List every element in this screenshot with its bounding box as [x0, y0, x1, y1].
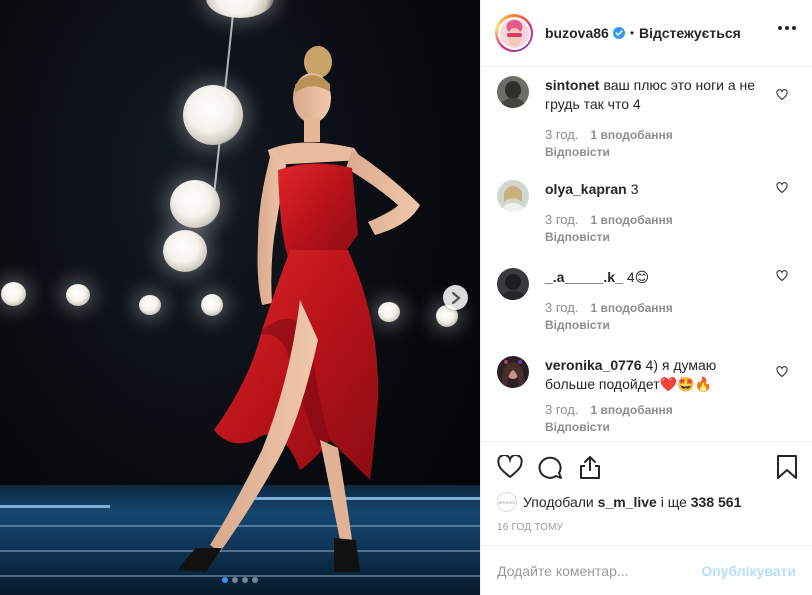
more-options-button[interactable]	[778, 26, 796, 30]
comment-avatar[interactable]	[497, 76, 529, 108]
reply-button[interactable]: Відповісти	[545, 145, 796, 159]
post-side-panel: buzova86 • Відстежується sintonet ваш плю…	[480, 0, 812, 595]
comment-like-heart-icon[interactable]	[776, 366, 788, 378]
comment-time: 3 год.	[545, 127, 579, 142]
post-actions: BROKEN Уподобали s_m_live і ще 338 561 1…	[481, 441, 812, 546]
liker-avatar[interactable]: BROKEN	[497, 492, 517, 512]
like-heart-icon[interactable]	[497, 455, 523, 479]
comment-text: 3	[630, 181, 639, 197]
carousel-indicator	[0, 577, 480, 583]
comment-username[interactable]: sintonet	[545, 77, 599, 93]
comment-item: veronika_0776 4) я думаю больше подойдет❤…	[497, 356, 796, 434]
comment-like-heart-icon[interactable]	[776, 182, 788, 194]
comment-time: 3 год.	[545, 402, 579, 417]
post-timestamp[interactable]: 16 ГОД ТОМУ	[497, 522, 796, 533]
carousel-dot	[242, 577, 248, 583]
comment-item: _.a_____.k_ 4😊 3 год. 1 вподобання Відпов…	[497, 268, 796, 332]
comment-time: 3 год.	[545, 212, 579, 227]
post-photo[interactable]	[0, 0, 480, 595]
story-avatar[interactable]	[495, 14, 533, 52]
comment-input[interactable]	[497, 562, 702, 579]
liked-by-joiner: і ще	[660, 494, 687, 510]
reply-button[interactable]: Відповісти	[545, 230, 796, 244]
comment-item: olya_kapran 3 3 год. 1 вподобання Відпові…	[497, 180, 796, 244]
comment-username[interactable]: _.a_____.k_	[545, 269, 623, 285]
share-icon[interactable]	[577, 455, 603, 479]
following-button[interactable]: Відстежується	[639, 25, 741, 41]
carousel-dot	[252, 577, 258, 583]
more-dots-icon	[778, 26, 782, 30]
publish-button[interactable]: Опублікувати	[701, 563, 796, 579]
comment-username[interactable]: olya_kapran	[545, 181, 627, 197]
comment-item: sintonet ваш плюс это ноги а не грудь так…	[497, 76, 796, 159]
instagram-post: buzova86 • Відстежується sintonet ваш плю…	[0, 0, 812, 595]
comment-likes[interactable]: 1 вподобання	[590, 213, 672, 227]
chevron-right-icon	[451, 291, 461, 304]
comment-avatar[interactable]	[497, 180, 529, 212]
model-figure	[178, 46, 420, 572]
comment-likes[interactable]: 1 вподобання	[590, 128, 672, 142]
carousel-dot	[232, 577, 238, 583]
comment-avatar[interactable]	[497, 356, 529, 388]
reply-button[interactable]: Відповісти	[545, 318, 796, 332]
liked-by-row: BROKEN Уподобали s_m_live і ще 338 561	[497, 492, 796, 512]
liker-username[interactable]: s_m_live	[598, 494, 657, 510]
comment-bubble-icon[interactable]	[537, 455, 563, 479]
save-bookmark-icon[interactable]	[776, 454, 798, 480]
comment-avatar[interactable]	[497, 268, 529, 300]
comment-username[interactable]: veronika_0776	[545, 357, 642, 373]
comment-likes[interactable]: 1 вподобання	[590, 403, 672, 417]
comment-like-heart-icon[interactable]	[776, 89, 788, 101]
avatar	[499, 18, 529, 48]
comment-likes[interactable]: 1 вподобання	[590, 301, 672, 315]
comment-like-heart-icon[interactable]	[776, 270, 788, 282]
likes-count[interactable]: 338 561	[691, 494, 742, 510]
header-separator: •	[629, 26, 635, 40]
comment-time: 3 год.	[545, 300, 579, 315]
carousel-dot	[222, 577, 228, 583]
comments-list: sintonet ваш плюс это ноги а не грудь так…	[481, 68, 812, 440]
reply-button[interactable]: Відповісти	[545, 420, 796, 434]
verified-badge-icon	[612, 27, 625, 39]
liked-by-prefix: Уподобали	[523, 494, 594, 510]
carousel-next-button[interactable]	[443, 285, 468, 310]
add-comment-bar: Опублікувати	[481, 545, 812, 595]
header-username[interactable]: buzova86	[545, 25, 609, 41]
post-header: buzova86 • Відстежується	[481, 0, 812, 67]
comment-text: 4😊	[626, 269, 650, 285]
